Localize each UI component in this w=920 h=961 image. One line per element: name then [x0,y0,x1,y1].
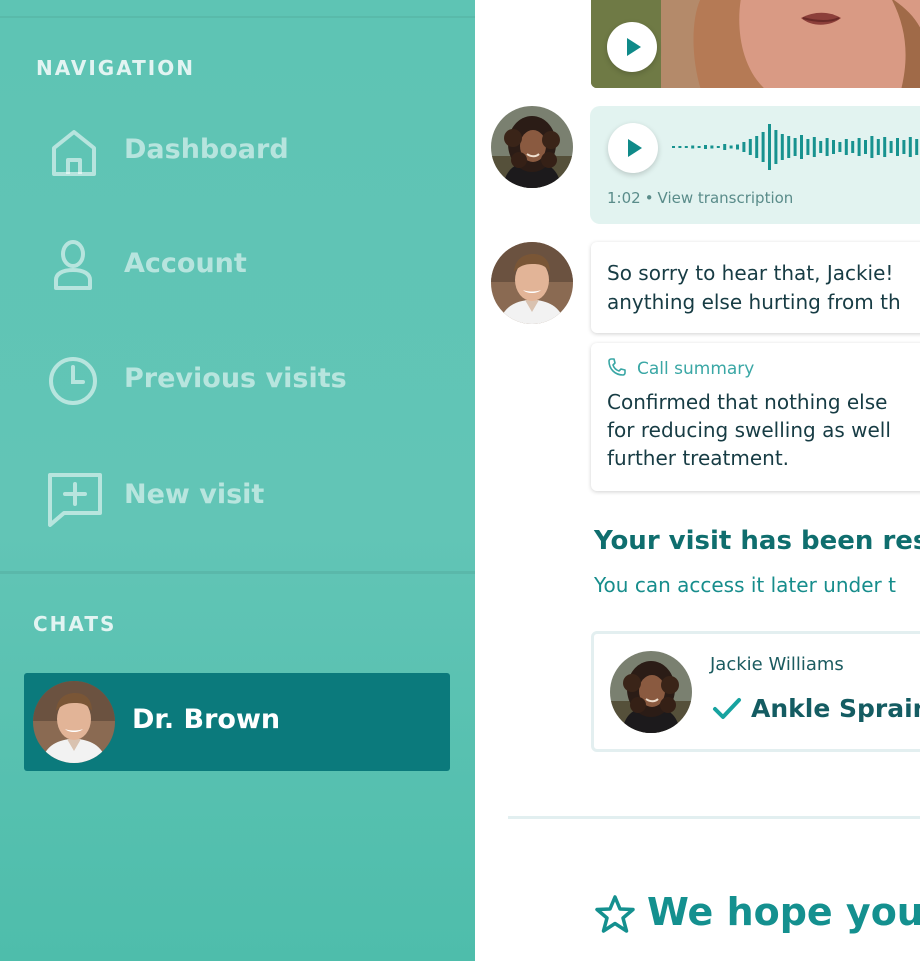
chat-plus-icon [44,467,104,527]
feedback-text: We hope you e [647,890,920,934]
waveform-bar [704,145,707,149]
waveform-bar [787,136,791,158]
sidebar-top-divider [0,16,475,18]
patient-avatar [610,651,692,733]
waveform-bar [851,141,855,153]
nav-item-label: Dashboard [124,134,289,165]
star-icon[interactable] [595,894,635,934]
chat-item-name: Dr. Brown [132,704,281,735]
waveform-bar [844,139,848,155]
play-icon[interactable] [608,123,658,173]
waveform-bar [825,138,829,156]
nav-item-label: New visit [124,479,265,510]
call-summary-header: Call summary [607,357,754,379]
waveform-bar [672,146,675,148]
visit-resolved-title: Your visit has been reso [594,526,920,556]
audio-waveform[interactable] [672,124,920,170]
chats-section-title: CHATS [33,612,117,636]
nav-item-label: Previous visits [124,363,347,394]
waveform-bar [736,144,739,150]
diagnosis-label: Ankle Sprain [751,694,920,723]
call-summary-card: Call summary Confirmed that nothing else… [591,343,920,491]
waveform-bar [684,146,688,148]
nav-item-previous-visits[interactable]: Previous visits [0,341,475,421]
waveform-bar [800,135,803,159]
audio-duration: 1:02 [607,189,641,207]
sidebar-divider [0,571,475,574]
chat-panel: 1:02 • View transcription So sorry to hear… [475,0,920,961]
waveform-bar [761,132,765,162]
waveform-bar [748,139,752,155]
waveform-bar [780,134,784,160]
summary-line: for reducing swelling as well [607,418,891,442]
waveform-bar [883,137,887,157]
waveform-bar [870,136,874,158]
navigation-section-title: NAVIGATION [36,56,195,80]
patient-avatar [491,106,573,188]
message-line: anything else hurting from th [607,290,901,314]
waveform-bar [716,146,720,148]
message-line: So sorry to hear that, Jackie! [607,261,894,285]
waveform-bar [723,144,727,150]
waveform-bar [915,139,919,155]
doctor-message: So sorry to hear that, Jackie! anything … [591,242,920,333]
waveform-bar [691,145,695,149]
audio-meta: 1:02 • View transcription [607,189,793,207]
chat-item-dr-brown[interactable]: Dr. Brown [24,673,450,771]
waveform-bar [889,141,893,153]
audio-message: 1:02 • View transcription [590,106,920,224]
waveform-bar [806,139,810,155]
waveform-bar [793,138,797,156]
patient-video-thumbnail[interactable] [591,0,920,88]
summary-line: further treatment. [607,446,790,470]
user-icon [44,236,104,296]
call-summary-title: Call summary [637,359,755,379]
waveform-bar [819,141,823,153]
summary-line: Confirmed that nothing else [607,390,888,414]
visit-summary-card[interactable]: Jackie Williams Ankle Sprain [591,631,920,752]
nav-item-dashboard[interactable]: Dashboard [0,112,475,192]
nav-item-account[interactable]: Account [0,226,475,306]
waveform-bar [832,140,835,154]
waveform-bar [812,137,816,157]
waveform-bar [838,142,842,152]
home-icon [44,122,104,182]
sidebar: NAVIGATION Dashboard Account Previous vi… [0,0,475,961]
view-transcription-link[interactable]: View transcription [658,189,794,207]
visit-resolved-subtitle: You can access it later under t [594,573,896,597]
patient-name: Jackie Williams [710,654,844,675]
waveform-bar [774,130,778,164]
doctor-avatar [33,681,115,763]
waveform-bar [742,142,746,152]
waveform-bar [902,140,906,154]
waveform-bar [908,137,912,157]
phone-icon [607,357,627,377]
section-divider [508,816,920,819]
waveform-bar [864,140,867,154]
doctor-avatar [491,242,573,324]
waveform-bar [896,138,899,156]
clock-icon [44,351,104,411]
waveform-bar [768,124,771,170]
audio-meta-separator: • [644,189,654,207]
waveform-bar [678,146,682,148]
waveform-bar [857,138,861,156]
waveform-bar [755,136,759,158]
play-icon[interactable] [607,22,657,72]
checkmark-icon [712,694,742,724]
nav-item-label: Account [124,248,247,279]
waveform-bar [697,146,701,148]
nav-item-new-visit[interactable]: New visit [0,457,475,537]
waveform-bar [710,145,714,149]
waveform-bar [729,145,733,149]
waveform-bar [876,139,880,155]
